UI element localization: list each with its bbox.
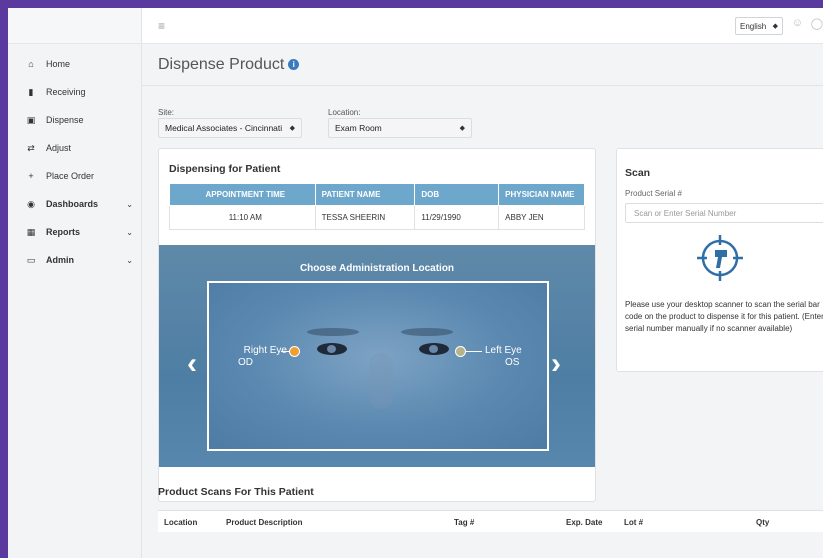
hamburger-icon[interactable]: ≡ — [158, 19, 165, 33]
main-content: Dispense Product i Site: Medical Associa… — [142, 44, 823, 558]
power-icon[interactable]: ◯ — [811, 17, 823, 30]
site-value: Medical Associates - Cincinnati — [165, 123, 283, 133]
info-icon[interactable]: i — [288, 59, 300, 70]
patient-table: APPOINTMENT TIME PATIENT NAME DOB PHYSIC… — [169, 183, 585, 230]
plus-icon: + — [28, 171, 34, 181]
left-eye-label[interactable]: Left Eye OS — [485, 345, 545, 369]
nose-shading — [369, 353, 393, 409]
sidebar-item-label: Adjust — [46, 143, 72, 153]
right-eye-label[interactable]: Right Eye OD — [225, 345, 287, 369]
chevron-down-icon: ⌄ — [126, 227, 133, 237]
site-select[interactable]: Medical Associates - Cincinnati ◆ — [158, 118, 302, 138]
column-header: Tag # — [454, 518, 475, 527]
table-cell: 11:10 AM — [169, 205, 316, 230]
sidebar-item-label: Dashboards — [46, 199, 99, 209]
barcode-scanner-icon — [697, 235, 743, 281]
left-eye-leader-line — [466, 351, 482, 352]
column-header: APPOINTMENT TIME — [169, 183, 316, 206]
table-cell: 11/29/1990 — [414, 205, 500, 230]
sidebar-item-place-order[interactable]: + Place Order — [8, 162, 141, 190]
administration-location-chooser: Choose Administration Location Right Eye… — [159, 245, 595, 467]
sidebar-top — [8, 8, 141, 44]
serial-placeholder: Scan or Enter Serial Number — [634, 208, 737, 218]
sidebar-item-label: Admin — [46, 255, 74, 265]
home-icon: ⌂ — [28, 59, 34, 69]
sidebar-item-dispense[interactable]: ▣ Dispense — [8, 106, 141, 134]
select-caret-icon: ◆ — [772, 23, 778, 30]
sidebar-item-home[interactable]: ⌂ Home — [8, 50, 141, 78]
serial-input[interactable]: Scan or Enter Serial Number — [625, 203, 823, 223]
column-header: Location — [164, 518, 198, 527]
table-header-row: APPOINTMENT TIME PATIENT NAME DOB PHYSIC… — [169, 183, 585, 206]
previous-arrow-icon[interactable]: ‹ — [187, 347, 197, 381]
sidebar-item-dashboards[interactable]: ◉ Dashboards ⌄ — [8, 190, 141, 218]
column-header: Lot # — [624, 518, 644, 527]
patient-panel: Dispensing for Patient APPOINTMENT TIME … — [158, 148, 596, 502]
monitor-icon: ▭ — [26, 254, 36, 265]
product-scans-header: Location Product Description Tag # Exp. … — [158, 510, 823, 532]
table-cell: ABBY JEN — [498, 205, 585, 230]
scan-panel: Scan Product Serial # Scan or Enter Seri… — [616, 148, 823, 372]
column-header: PHYSICIAN NAME — [498, 183, 585, 206]
scan-instructions: Please use your desktop scanner to scan … — [625, 300, 823, 333]
left-eye-code: OS — [505, 357, 520, 368]
dashboard-icon: ◉ — [27, 198, 35, 209]
right-eye-text: Right Eye — [243, 345, 287, 356]
page-title: Dispense Product — [158, 55, 285, 73]
app-window: ⌂ Home ▮ Receiving ▣ Dispense ⇄ Adjust +… — [8, 8, 823, 558]
location-select[interactable]: Exam Room ◆ — [328, 118, 472, 138]
patient-panel-title: Dispensing for Patient — [169, 163, 281, 175]
next-arrow-icon[interactable]: › — [551, 347, 561, 381]
sidebar-item-label: Place Order — [46, 171, 95, 181]
serial-label: Product Serial # — [625, 189, 682, 198]
column-header: PATIENT NAME — [314, 183, 416, 206]
sidebar-item-adjust[interactable]: ⇄ Adjust — [8, 134, 141, 162]
sidebar-item-label: Reports — [46, 227, 81, 237]
dispense-icon: ▣ — [26, 114, 36, 125]
sidebar-item-reports[interactable]: ▦ Reports ⌄ — [8, 218, 141, 246]
right-brow — [307, 328, 359, 336]
left-eye-image — [419, 343, 449, 355]
table-cell: TESSA SHEERIN — [314, 205, 416, 230]
language-select[interactable]: English ◆ — [735, 17, 783, 35]
sidebar-item-label: Dispense — [46, 115, 84, 125]
sidebar-item-receiving[interactable]: ▮ Receiving — [8, 78, 141, 106]
scan-title: Scan — [625, 167, 651, 179]
location-label: Location: — [328, 108, 361, 117]
report-icon: ▦ — [26, 226, 36, 237]
column-header: Exp. Date — [566, 518, 603, 527]
top-header: ≡ English ◆ ☺ ◯ — [142, 8, 823, 44]
truck-icon: ▮ — [28, 86, 34, 97]
sidebar: ⌂ Home ▮ Receiving ▣ Dispense ⇄ Adjust +… — [8, 8, 142, 558]
adjust-icon: ⇄ — [27, 142, 35, 153]
column-header: Product Description — [226, 518, 303, 527]
column-header: Qty — [756, 518, 770, 527]
right-eye-image — [317, 343, 347, 355]
chevron-down-icon: ⌄ — [126, 199, 133, 209]
page-title-bar: Dispense Product i — [142, 44, 823, 86]
left-brow — [401, 328, 453, 336]
table-row[interactable]: 11:10 AM TESSA SHEERIN 11/29/1990 ABBY J… — [169, 205, 585, 230]
sidebar-item-label: Home — [46, 59, 71, 69]
language-value: English — [740, 21, 767, 31]
left-eye-text: Left Eye — [485, 345, 522, 356]
user-icon[interactable]: ☺ — [792, 17, 803, 29]
sidebar-item-admin[interactable]: ▭ Admin ⌄ — [8, 246, 141, 274]
left-eye-marker[interactable] — [455, 346, 466, 357]
product-scans-title: Product Scans For This Patient — [158, 486, 314, 498]
administration-title: Choose Administration Location — [299, 263, 455, 274]
select-caret-icon: ◆ — [289, 125, 295, 132]
sidebar-item-label: Receiving — [46, 87, 86, 97]
site-label: Site: — [158, 108, 175, 117]
right-eye-marker[interactable] — [289, 346, 300, 357]
right-eye-leader-line — [281, 351, 289, 352]
right-eye-code: OD — [238, 357, 253, 368]
location-value: Exam Room — [335, 123, 382, 133]
select-caret-icon: ◆ — [459, 125, 465, 132]
chevron-down-icon: ⌄ — [126, 255, 133, 265]
column-header: DOB — [414, 183, 500, 206]
